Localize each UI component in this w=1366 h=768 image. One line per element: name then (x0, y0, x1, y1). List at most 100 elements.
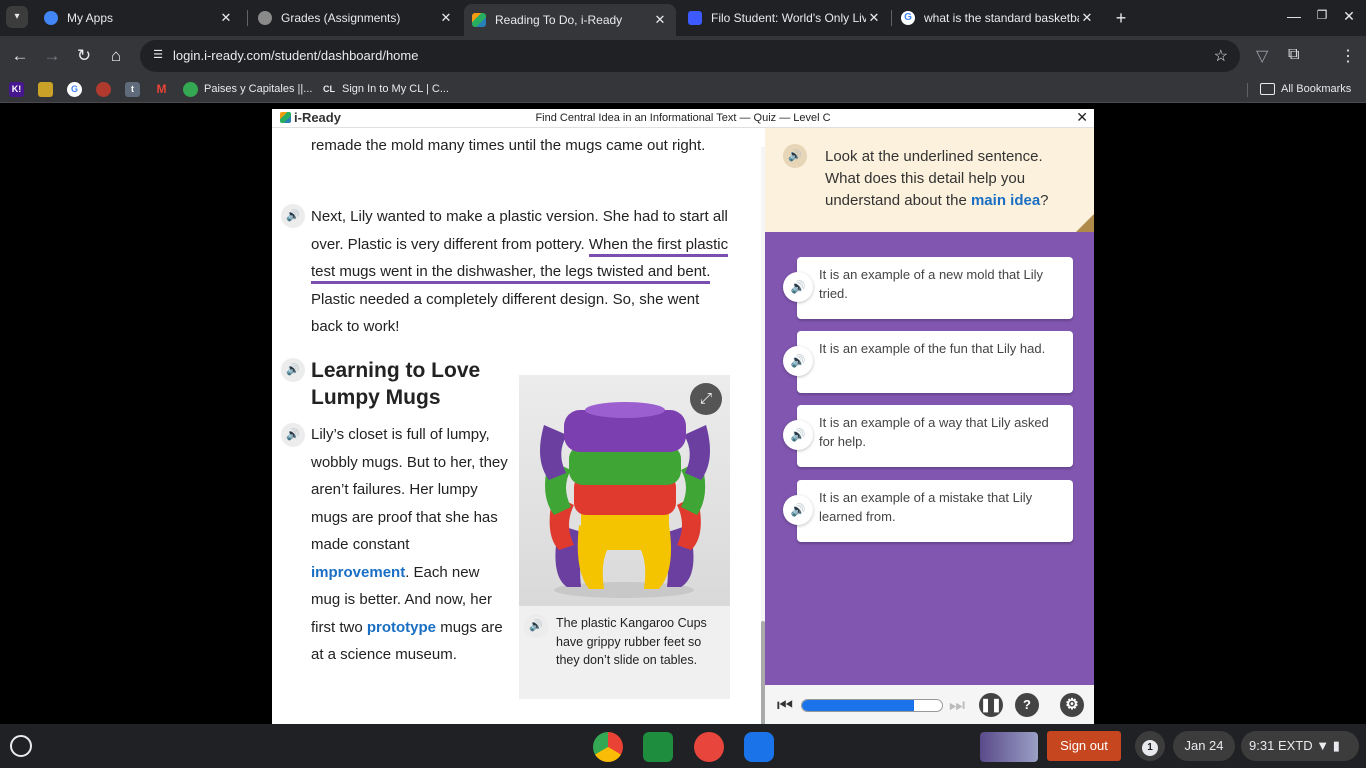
help-icon[interactable]: ? (1015, 693, 1039, 717)
bookmark-paises[interactable]: Paises y Capitales ||... (183, 80, 312, 98)
tab-divider (247, 10, 248, 26)
paragraph-3-speaker-icon[interactable]: 🔊 (281, 423, 305, 447)
extensions-icon[interactable]: ⧉ (1288, 46, 1299, 64)
answer-1-speaker-icon[interactable]: 🔊 (783, 272, 813, 302)
tab-google-search[interactable]: G what is the standard basketbal ✕ (893, 4, 1103, 32)
cloud-favicon-icon (44, 11, 58, 25)
home-icon[interactable]: ⌂ (104, 44, 128, 68)
expand-image-icon[interactable]: ⤢ (690, 383, 722, 415)
vocab-word-prototype[interactable]: prototype (367, 619, 436, 636)
reading-passage: remade the mold many times until the mug… (272, 128, 765, 724)
section-heading: Learning to Love Lumpy Mugs (311, 359, 481, 409)
launcher-icon[interactable] (10, 735, 32, 757)
restore-icon[interactable]: ❐ (1312, 8, 1332, 22)
date-button[interactable]: Jan 24 (1173, 731, 1235, 761)
tab-my-apps[interactable]: My Apps ✕ (36, 4, 242, 32)
more-menu-icon[interactable]: ⋮ (1340, 46, 1356, 66)
camera-app-icon[interactable] (744, 732, 774, 762)
answer-choice-text: It is an example of a way that Lily aske… (819, 415, 1049, 449)
bookmark-google[interactable]: G (67, 80, 88, 98)
status-label: EXTD (1277, 738, 1313, 753)
notification-count-badge[interactable]: 1 (1135, 731, 1165, 761)
tab-close-icon[interactable]: ✕ (866, 10, 882, 26)
page-fold-corner (1076, 214, 1094, 232)
sign-out-button[interactable]: Sign out (1047, 731, 1121, 761)
tab-grades[interactable]: Grades (Assignments) ✕ (250, 4, 462, 32)
browser-toolbar: ← → ↻ ⌂ ☰ login.i-ready.com/student/dash… (0, 36, 1366, 76)
shield-extension-icon[interactable]: ▽ (1256, 46, 1268, 66)
tab-label: Filo Student: World's Only Live I (711, 11, 866, 25)
answer-choice-2[interactable]: It is an example of the fun that Lily ha… (797, 331, 1073, 393)
paragraph-2-text-end: Plastic needed a completely different de… (311, 290, 700, 336)
tab-search-icon[interactable]: ▾ (6, 6, 28, 28)
bookmarks-divider (1247, 83, 1248, 97)
address-bar[interactable]: ☰ login.i-ready.com/student/dashboard/ho… (140, 40, 1240, 72)
new-tab-button[interactable]: + (1110, 7, 1132, 29)
wallpaper-thumbnail-icon[interactable] (980, 732, 1038, 762)
forward-arrow-icon[interactable]: → (40, 44, 64, 68)
clock-time: 9:31 (1249, 738, 1275, 753)
close-lesson-icon[interactable]: ✕ (1076, 109, 1088, 126)
reload-icon[interactable]: ↻ (72, 44, 96, 68)
bookmark-kahoot[interactable]: K! (9, 80, 30, 98)
heading-speaker-icon[interactable]: 🔊 (281, 358, 305, 382)
filo-favicon-icon (688, 11, 702, 25)
window-close-icon[interactable]: ✕ (1339, 8, 1359, 25)
bookmark-cl[interactable]: CL Sign In to My CL | C... (322, 80, 449, 98)
main-idea-link[interactable]: main idea (971, 192, 1040, 209)
google-icon: G (67, 81, 82, 97)
bookmark-star-icon[interactable]: ☆ (1214, 46, 1228, 66)
bookmark-among-us[interactable] (96, 80, 117, 98)
question-speaker-icon[interactable]: 🔊 (783, 144, 807, 168)
system-tray[interactable]: 9:31 EXTD ▼ ▮ (1241, 731, 1359, 761)
answer-choice-text: It is an example of a new mold that Lily… (819, 267, 1044, 301)
bookmarks-bar: K! G t M Paises y Capitales ||... CL Sig… (0, 76, 1366, 103)
lesson-controls: ⏮ ⏭ ❚❚ ? ⚙ (765, 685, 1094, 724)
answer-choice-4[interactable]: It is an example of a mistake that Lily … (797, 480, 1073, 542)
site-info-icon[interactable]: ☰ (150, 48, 166, 64)
bookmark-classroom[interactable] (38, 80, 59, 98)
skip-forward-icon[interactable]: ⏭ (945, 693, 969, 717)
answer-choice-1[interactable]: It is an example of a new mold that Lily… (797, 257, 1073, 319)
question-mark: ? (1040, 192, 1049, 209)
tab-divider (891, 10, 892, 26)
folder-icon (1260, 83, 1275, 95)
classroom-app-icon[interactable] (643, 732, 673, 762)
answer-choice-3[interactable]: It is an example of a way that Lily aske… (797, 405, 1073, 467)
back-arrow-icon[interactable]: ← (8, 44, 32, 68)
progress-fill (802, 700, 914, 711)
tab-filo[interactable]: Filo Student: World's Only Live I ✕ (680, 4, 890, 32)
answer-2-speaker-icon[interactable]: 🔊 (783, 346, 813, 376)
caption-speaker-icon[interactable]: 🔊 (524, 614, 548, 638)
tab-close-icon[interactable]: ✕ (1079, 10, 1095, 26)
paint-app-icon[interactable] (694, 732, 724, 762)
skip-back-icon[interactable]: ⏮ (773, 693, 797, 717)
url-text: login.i-ready.com/student/dashboard/home (173, 48, 419, 63)
pause-icon[interactable]: ❚❚ (979, 693, 1003, 717)
passage-figure: ⤢ 🔊 The plastic Kangaroo Cups have gripp… (519, 375, 730, 699)
all-bookmarks-label: All Bookmarks (1281, 83, 1352, 95)
bookmark-tumblr[interactable]: t (125, 80, 146, 98)
tab-close-icon[interactable]: ✕ (438, 10, 454, 26)
answer-3-speaker-icon[interactable]: 🔊 (783, 420, 813, 450)
settings-gear-icon[interactable]: ⚙ (1060, 693, 1084, 717)
tab-close-icon[interactable]: ✕ (218, 10, 234, 26)
question-prompt: 🔊 Look at the underlined sentence. What … (765, 128, 1094, 232)
tab-iready[interactable]: Reading To Do, i-Ready ✕ (464, 4, 676, 36)
lesson-header: i-Ready Find Central Idea in an Informat… (272, 109, 1094, 128)
wifi-icon: ▼ (1316, 738, 1330, 753)
minimize-icon[interactable]: — (1284, 8, 1304, 24)
lesson-title: Find Central Idea in an Informational Te… (535, 112, 831, 124)
tab-close-icon[interactable]: ✕ (652, 12, 668, 28)
paragraph-2-speaker-icon[interactable]: 🔊 (281, 204, 305, 228)
answer-4-speaker-icon[interactable]: 🔊 (783, 495, 813, 525)
character-icon (96, 81, 111, 97)
google-favicon-icon: G (901, 11, 915, 25)
iready-favicon-icon (472, 13, 486, 27)
answer-choice-text: It is an example of the fun that Lily ha… (819, 341, 1046, 356)
vocab-word-improvement[interactable]: improvement (311, 564, 405, 581)
bookmark-gmail[interactable]: M (154, 80, 175, 98)
chrome-app-icon[interactable] (593, 732, 623, 762)
all-bookmarks-button[interactable]: All Bookmarks (1260, 80, 1351, 98)
kangaroo-cups-photo: ⤢ (519, 375, 730, 606)
